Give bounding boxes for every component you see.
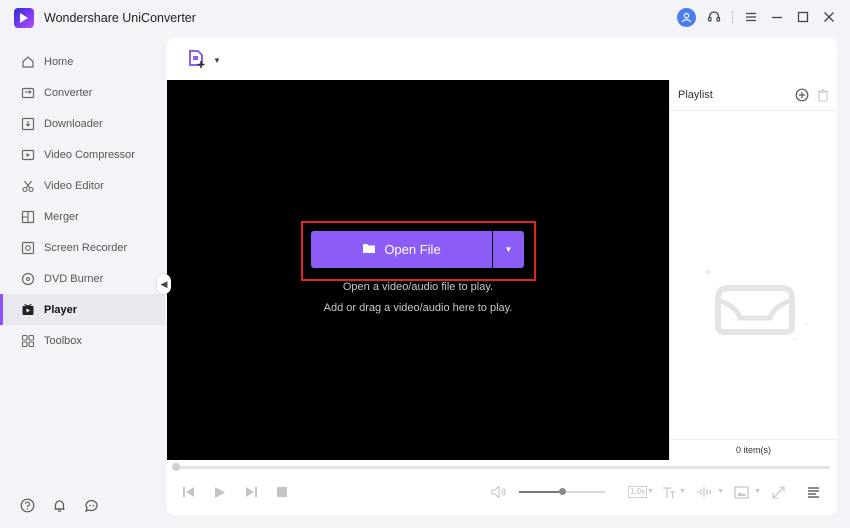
sidebar-item-label: Player: [44, 303, 78, 316]
playlist-header: Playlist: [670, 80, 837, 111]
sidebar-item-downloader[interactable]: Downloader: [0, 108, 165, 139]
chevron-down-icon: ▼: [213, 56, 221, 65]
open-file-dropdown[interactable]: ▼: [493, 231, 524, 268]
volume-handle[interactable]: [559, 488, 566, 495]
headset-icon[interactable]: [703, 6, 725, 28]
add-file-icon: [187, 49, 207, 72]
volume-icon[interactable]: [491, 484, 507, 500]
sidebar-item-merger[interactable]: Merger: [0, 201, 165, 232]
menu-icon[interactable]: [740, 6, 762, 28]
open-file-button[interactable]: Open File: [311, 231, 492, 268]
open-file-label: Open File: [384, 242, 441, 257]
next-icon[interactable]: [243, 484, 259, 500]
hint-drag: Add or drag a video/audio here to play.: [323, 302, 513, 314]
titlebar-divider: [732, 11, 733, 23]
stop-icon[interactable]: [274, 484, 290, 500]
sidebar-item-label: Merger: [44, 210, 79, 223]
sidebar-item-player[interactable]: Player: [0, 294, 165, 325]
volume-level: [519, 491, 562, 493]
feedback-icon[interactable]: [83, 497, 100, 514]
chevron-down-icon[interactable]: ▼: [679, 488, 686, 495]
chevron-down-icon: ▼: [504, 245, 513, 254]
playlist-item-count: 0 item(s): [670, 439, 837, 460]
empty-box-icon: [704, 260, 808, 344]
converter-icon: [20, 85, 36, 101]
sidebar-item-home[interactable]: Home: [0, 46, 165, 77]
subtitle-icon[interactable]: [661, 484, 677, 500]
app-logo-icon: [14, 8, 34, 28]
volume-slider[interactable]: [519, 488, 605, 495]
snapshot-icon[interactable]: [733, 484, 749, 500]
bell-icon[interactable]: [51, 497, 68, 514]
folder-icon: [362, 242, 376, 257]
compress-icon: [20, 147, 36, 163]
sidebar-item-label: DVD Burner: [44, 272, 104, 285]
speed-selector[interactable]: 1.0x: [628, 486, 648, 498]
progress-bar[interactable]: [172, 463, 830, 471]
maximize-icon[interactable]: [792, 6, 814, 28]
player-icon: [20, 302, 36, 318]
video-area[interactable]: Open File ▼ Open a video/audio file to p…: [167, 80, 669, 460]
user-icon[interactable]: [677, 7, 696, 27]
home-icon: [20, 54, 36, 70]
sidebar-item-dvd-burner[interactable]: DVD Burner: [0, 263, 165, 294]
sidebar: Home Converter Downloader Video Compress…: [0, 34, 165, 528]
play-icon[interactable]: [212, 484, 228, 500]
sidebar-item-label: Converter: [44, 86, 93, 99]
chevron-down-icon[interactable]: ▼: [647, 488, 654, 495]
app-title: Wondershare UniConverter: [44, 11, 196, 25]
chevron-down-icon[interactable]: ▼: [754, 488, 761, 495]
close-icon[interactable]: [818, 6, 840, 28]
help-icon[interactable]: [19, 497, 36, 514]
player-controls: 1.0x ▼ ▼ ▼ ▼: [167, 478, 837, 508]
sidebar-item-label: Video Editor: [44, 179, 104, 192]
sidebar-item-label: Screen Recorder: [44, 241, 128, 254]
playlist-panel: Playlist 0 item(s): [669, 80, 837, 460]
record-icon: [20, 240, 36, 256]
toolbox-icon: [20, 333, 36, 349]
fullscreen-icon[interactable]: [770, 484, 786, 500]
sidebar-item-video-compressor[interactable]: Video Compressor: [0, 139, 165, 170]
merger-icon: [20, 209, 36, 225]
sidebar-item-toolbox[interactable]: Toolbox: [0, 325, 165, 356]
sidebar-item-label: Video Compressor: [44, 148, 135, 161]
previous-icon[interactable]: [180, 484, 196, 500]
player-panel: ▼ Open File ▼ Open a video/audio file to…: [167, 38, 837, 515]
title-bar: Wondershare UniConverter: [0, 0, 850, 34]
sidebar-item-label: Home: [44, 55, 74, 68]
progress-handle[interactable]: [172, 463, 180, 471]
sidebar-item-screen-recorder[interactable]: Screen Recorder: [0, 232, 165, 263]
downloader-icon: [20, 116, 36, 132]
trash-icon[interactable]: [817, 88, 829, 105]
disc-icon: [20, 271, 36, 287]
sidebar-collapse-handle[interactable]: ◀: [157, 274, 171, 294]
scissors-icon: [20, 178, 36, 194]
sidebar-item-converter[interactable]: Converter: [0, 77, 165, 108]
sidebar-item-label: Toolbox: [44, 334, 82, 347]
sidebar-item-label: Downloader: [44, 117, 103, 130]
hint-open: Open a video/audio file to play.: [342, 281, 494, 293]
playlist-toggle-icon[interactable]: [805, 484, 821, 500]
add-to-playlist-icon[interactable]: [795, 88, 809, 105]
minimize-icon[interactable]: [766, 6, 788, 28]
add-file-button[interactable]: ▼: [187, 49, 221, 72]
chevron-down-icon[interactable]: ▼: [717, 488, 724, 495]
playlist-title: Playlist: [678, 89, 713, 101]
sidebar-item-video-editor[interactable]: Video Editor: [0, 170, 165, 201]
sidebar-nav: Home Converter Downloader Video Compress…: [0, 46, 165, 356]
audio-track-icon[interactable]: [697, 484, 713, 500]
